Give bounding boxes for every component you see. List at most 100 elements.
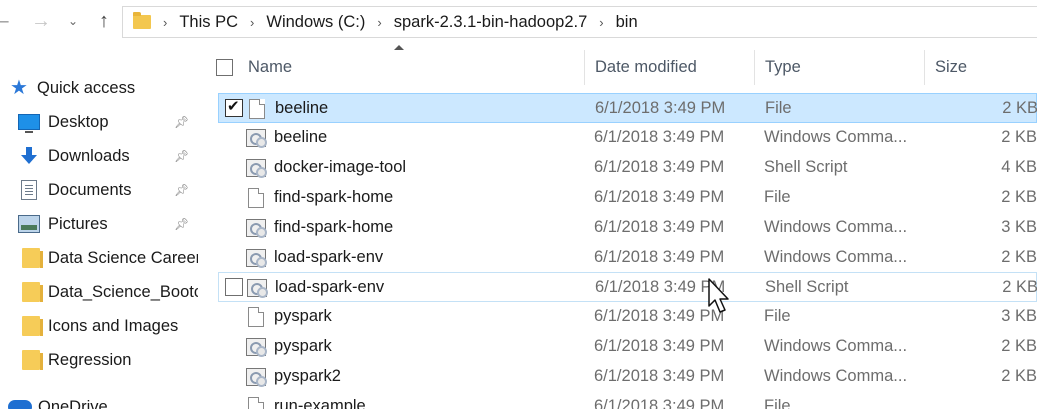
date-modified-cell: 6/1/2018 3:49 PM xyxy=(594,397,725,409)
date-modified-cell: 6/1/2018 3:49 PM xyxy=(594,307,725,326)
table-row[interactable]: pyspark2 6/1/2018 3:49 PM Windows Comma...… xyxy=(218,362,1037,392)
file-type-cell: Windows Comma... xyxy=(764,127,908,146)
breadcrumb-bin[interactable]: bin xyxy=(616,13,638,32)
file-size-cell: 2 KB xyxy=(1001,337,1037,356)
script-file-icon xyxy=(246,248,267,268)
file-type-cell: File xyxy=(765,99,792,117)
sidebar-item-regression[interactable]: Regression xyxy=(0,345,198,375)
breadcrumb-spark-folder[interactable]: spark-2.3.1-bin-hadoop2.7 xyxy=(394,13,588,32)
file-type-cell: File xyxy=(764,397,791,409)
file-type-cell: Windows Comma... xyxy=(764,367,908,386)
sidebar-item-data-science-career[interactable]: Data Science Career xyxy=(0,243,198,273)
file-type-cell: File xyxy=(764,187,791,206)
file-size-cell: 2 KB xyxy=(1001,187,1037,206)
sidebar-item-label: Icons and Images xyxy=(48,316,179,335)
file-icon xyxy=(248,307,264,328)
column-header-size[interactable]: Size xyxy=(925,50,1037,85)
address-bar-row: – → ⌄ ↑ › This PC › Windows (C:) › spark… xyxy=(0,0,1037,42)
table-row[interactable]: load-spark-env 6/1/2018 3:49 PM Shell Scri… xyxy=(218,272,1037,303)
table-row[interactable]: docker-image-tool 6/1/2018 3:49 PM Shell S… xyxy=(218,153,1037,183)
pin-icon[interactable]: 📌︎ xyxy=(174,183,189,197)
table-row[interactable]: pyspark 6/1/2018 3:49 PM File 3 KB xyxy=(218,302,1037,332)
pin-icon[interactable]: 📌︎ xyxy=(174,149,189,163)
sidebar-item-desktop[interactable]: Desktop 📌︎ xyxy=(0,107,198,137)
sidebar-item-label: Data Science Career xyxy=(48,248,198,267)
documents-icon xyxy=(21,180,37,200)
file-type-cell: Shell Script xyxy=(764,157,848,176)
downloads-icon xyxy=(18,146,40,166)
file-type-cell: File xyxy=(764,307,791,326)
sidebar-item-label: OneDrive xyxy=(38,397,108,409)
address-bar[interactable]: › This PC › Windows (C:) › spark-2.3.1-b… xyxy=(122,6,1037,38)
table-row[interactable]: pyspark 6/1/2018 3:49 PM Windows Comma... 2… xyxy=(218,332,1037,362)
file-name-cell: docker-image-tool xyxy=(274,157,407,176)
sidebar-item-pictures[interactable]: Pictures 📌︎ xyxy=(0,209,198,239)
file-type-cell: Windows Comma... xyxy=(764,217,908,236)
file-type-cell: Windows Comma... xyxy=(764,337,908,356)
chevron-right-icon[interactable]: › xyxy=(163,15,167,30)
date-modified-cell: 6/1/2018 3:49 PM xyxy=(594,247,725,266)
script-file-icon xyxy=(246,368,267,388)
file-name-cell: load-spark-env xyxy=(274,247,384,266)
table-row[interactable]: beeline 6/1/2018 3:49 PM File 2 KB xyxy=(218,93,1037,123)
sidebar-item-quick-access[interactable]: ★ Quick access xyxy=(0,73,198,103)
cloud-icon xyxy=(8,400,32,409)
sidebar-item-label: Pictures xyxy=(48,214,108,233)
chevron-down-icon[interactable]: ⌄ xyxy=(64,10,82,32)
up-arrow-icon[interactable]: ↑ xyxy=(92,10,116,32)
file-size-cell: 2 KB xyxy=(1002,99,1037,117)
table-row[interactable]: run-example 6/1/2018 3:49 PM File xyxy=(218,392,1037,409)
file-size-cell: 2 KB xyxy=(1001,367,1037,386)
pin-icon[interactable]: 📌︎ xyxy=(174,115,189,129)
script-file-icon xyxy=(246,338,267,358)
pictures-icon xyxy=(18,215,40,233)
chevron-right-icon[interactable]: › xyxy=(377,15,381,30)
sidebar-item-label: Quick access xyxy=(37,78,136,97)
sidebar-item-label: Data_Science_Bootcamp xyxy=(48,282,198,301)
column-header-name[interactable]: Name xyxy=(238,50,585,85)
script-file-icon xyxy=(246,218,267,238)
file-name-cell: pyspark2 xyxy=(274,367,341,386)
table-row[interactable]: load-spark-env 6/1/2018 3:49 PM Windows Co… xyxy=(218,243,1037,273)
date-modified-cell: 6/1/2018 3:49 PM xyxy=(594,337,725,356)
file-size-cell: 2 KB xyxy=(1002,278,1037,297)
file-size-cell: 3 KB xyxy=(1001,307,1037,326)
pin-icon[interactable]: 📌︎ xyxy=(174,217,189,231)
sidebar-item-label: Downloads xyxy=(48,146,130,165)
file-list: Name Date modified Type Size beeline 6/1/… xyxy=(198,42,1037,409)
column-header-row: Name Date modified Type Size xyxy=(198,50,1037,85)
sidebar-item-onedrive[interactable]: OneDrive xyxy=(0,392,198,409)
column-header-type[interactable]: Type xyxy=(755,50,925,85)
file-name-cell: beeline xyxy=(274,127,328,146)
sidebar-item-documents[interactable]: Documents 📌︎ xyxy=(0,175,198,205)
sidebar-item-downloads[interactable]: Downloads 📌︎ xyxy=(0,141,198,171)
row-checkbox[interactable] xyxy=(225,278,243,297)
date-modified-cell: 6/1/2018 3:49 PM xyxy=(594,127,725,146)
table-row[interactable]: find-spark-home 6/1/2018 3:49 PM Windows C… xyxy=(218,213,1037,243)
table-row[interactable]: beeline 6/1/2018 3:49 PM Windows Comma... 2… xyxy=(218,123,1037,153)
sidebar-item-label: Regression xyxy=(48,350,132,369)
sidebar-item-icons-and-images[interactable]: Icons and Images xyxy=(0,311,198,341)
chevron-right-icon[interactable]: › xyxy=(599,15,603,30)
folder-icon xyxy=(133,12,151,29)
breadcrumb-this-pc[interactable]: This PC xyxy=(179,13,238,32)
file-type-cell: Shell Script xyxy=(765,278,849,297)
forward-arrow-icon[interactable]: → xyxy=(30,10,52,32)
table-row[interactable]: find-spark-home 6/1/2018 3:49 PM File 2 KB xyxy=(218,183,1037,213)
chevron-right-icon[interactable]: › xyxy=(250,15,254,30)
folder-icon xyxy=(22,350,43,370)
date-modified-cell: 6/1/2018 3:49 PM xyxy=(594,367,725,386)
breadcrumb-windows-c[interactable]: Windows (C:) xyxy=(266,13,365,32)
file-name-cell: find-spark-home xyxy=(274,187,394,206)
navigation-pane: ★ Quick access Desktop 📌︎ Downloads 📌︎ D… xyxy=(0,42,198,409)
column-header-date-modified[interactable]: Date modified xyxy=(585,50,755,85)
row-checkbox[interactable] xyxy=(225,97,243,117)
script-file-icon xyxy=(246,128,267,148)
sidebar-item-data-science-bootcamp[interactable]: Data_Science_Bootcamp xyxy=(0,277,198,307)
file-name-cell: pyspark xyxy=(274,337,332,356)
file-name-cell: run-example xyxy=(274,397,366,409)
file-size-cell: 4 KB xyxy=(1001,157,1037,176)
mouse-pointer-icon xyxy=(707,278,733,316)
back-arrow-icon[interactable]: – xyxy=(0,10,10,32)
sidebar-item-label: Documents xyxy=(48,180,132,199)
